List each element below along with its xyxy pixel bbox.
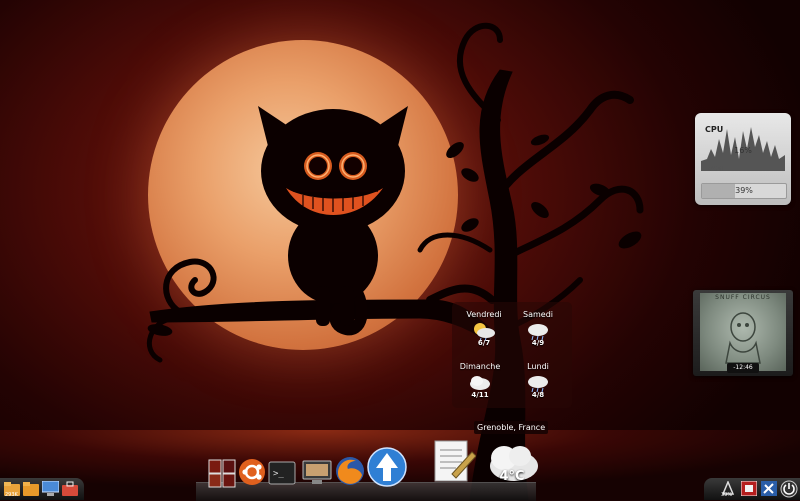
rain-cloud-icon [528,324,548,341]
forecast-day-name: Dimanche [459,362,501,371]
album-cover-art [700,293,786,371]
rain-cloud-icon [528,376,548,393]
right-panel: 39% [704,478,800,500]
track-time: -12:46 [727,363,759,373]
forecast-day-1: Vendredi 6/7 [456,310,512,347]
cpu-label: CPU [705,125,724,134]
cat-wallpaper-element [258,106,408,336]
system-monitor-widget[interactable]: CPU 16% RAM 39% [695,113,791,205]
forecast-day-name: Vendredi [466,310,502,319]
folder-icon[interactable] [23,481,39,496]
ubuntu-logo-icon[interactable] [238,458,266,486]
forecast-temp: 4/9 [531,339,545,347]
ram-usage-bar: 39% [701,183,787,199]
forecast-day-name: Samedi [523,310,553,319]
monitor-icon[interactable] [302,460,332,486]
forecast-temp: 6/7 [477,339,491,347]
left-panel: 293K [0,478,84,500]
current-temperature: 4°C [499,469,525,484]
forecast-day-2: Samedi 4/9 [510,310,566,347]
weather-location: Grenoble, France [474,421,549,434]
forecast-temp: 4/8 [531,391,545,399]
terminal-icon[interactable]: >_ [268,461,296,485]
firefox-icon[interactable] [334,455,366,487]
power-icon[interactable] [780,480,798,498]
forecast-day-3: Dimanche 4/11 [452,362,508,399]
forecast-temp: 4/11 [471,391,489,399]
album-title: SNUFF CIRCUS [715,294,771,301]
ram-value: 39% [735,186,753,195]
update-arrow-icon[interactable] [366,446,408,488]
tools-icon[interactable] [761,481,777,496]
photo-stack-icon[interactable] [208,458,236,488]
cpu-value: 16% [734,146,752,155]
ram-label: RAM [705,165,723,173]
cloud-icon [470,376,490,390]
left-panel-badge: 293K [5,492,18,498]
text-editor-icon[interactable] [432,438,476,484]
computer-icon[interactable] [42,481,59,497]
partly-sunny-rain-icon [474,323,495,341]
presentation-icon[interactable] [741,481,757,496]
right-panel-badge: 39% [721,492,733,498]
album-illustration [725,312,761,364]
now-playing-widget[interactable]: SNUFF CIRCUS -12:46 [693,290,793,376]
svg-text:>_: >_ [273,469,284,479]
toolbox-icon[interactable] [62,481,78,496]
weather-forecast-widget[interactable]: Vendredi 6/7 Samedi 4/9 Dimanche 4/11 Lu… [452,302,572,408]
forecast-day-4: Lundi 4/8 [510,362,566,399]
forecast-day-name: Lundi [527,362,549,371]
